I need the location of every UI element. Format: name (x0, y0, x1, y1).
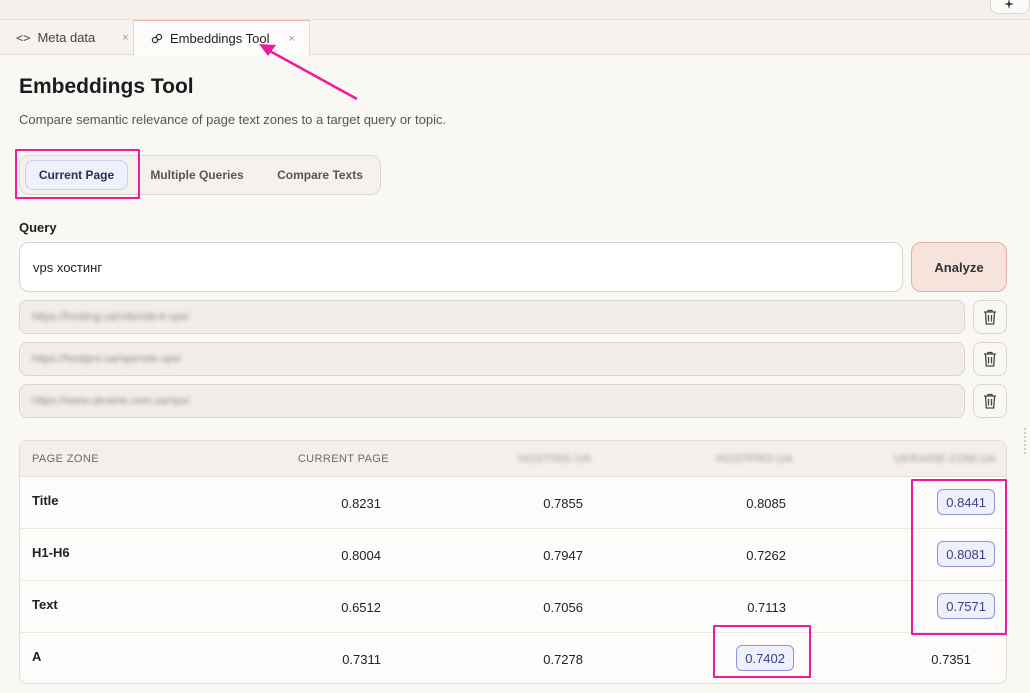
competitor-url-input[interactable]: https://hostpro.ua/vps/vds-vps/ (19, 342, 965, 376)
column-header-competitor-3: UKRAINE.COM.UA (894, 453, 996, 465)
delete-url-button[interactable] (973, 342, 1007, 376)
competitor-url-value: https://hosting.ua/vds/vds-k-vps/ (32, 311, 190, 323)
score-cell: 0.7113 (747, 600, 786, 615)
delete-url-button[interactable] (973, 300, 1007, 334)
tab-embeddings-tool-label: Embeddings Tool (170, 31, 270, 46)
tab-bar: <> Meta data × Embeddings Tool × (0, 20, 1030, 56)
page-subtitle: Compare semantic relevance of page text … (19, 112, 447, 127)
score-cell: 0.6512 (341, 600, 381, 615)
score-cell: 0.8004 (341, 548, 381, 563)
mode-current-page-button[interactable]: Current Page (25, 160, 128, 190)
table-row: Text 0.6512 0.7056 0.7113 0.7571 (20, 581, 1006, 633)
score-cell: 0.8085 (746, 496, 786, 511)
trash-icon (984, 309, 996, 325)
code-icon: <> (16, 30, 31, 45)
column-header-competitor-2: HOSTPRO.UA (716, 453, 793, 465)
query-label: Query (19, 220, 57, 235)
competitor-url-value: https://www.ukraine.com.ua/vps/ (32, 395, 190, 407)
trash-icon (984, 393, 996, 409)
mode-compare-texts-button[interactable]: Compare Texts (270, 160, 370, 190)
best-score-cell: 0.8081 (937, 541, 995, 567)
score-cell: 0.7855 (543, 496, 583, 511)
table-row: H1-H6 0.8004 0.7947 0.7262 0.8081 (20, 529, 1006, 581)
score-cell: 0.8231 (341, 496, 381, 511)
delete-url-button[interactable] (973, 384, 1007, 418)
table-header: PAGE ZONE CURRENT PAGE HOSTING.UA HOSTPR… (20, 441, 1006, 477)
competitor-url-input[interactable]: https://www.ukraine.com.ua/vps/ (19, 384, 965, 418)
resize-handle[interactable] (1024, 428, 1028, 454)
results-table: PAGE ZONE CURRENT PAGE HOSTING.UA HOSTPR… (19, 440, 1007, 684)
close-icon[interactable]: × (289, 33, 295, 45)
query-input-value: vps хостинг (33, 259, 103, 275)
zone-label: H1-H6 (32, 545, 70, 560)
score-cell: 0.7351 (931, 652, 971, 667)
table-row: Title 0.8231 0.7855 0.8085 0.8441 (20, 477, 1006, 529)
score-cell: 0.7056 (543, 600, 583, 615)
mode-selector: Current Page Multiple Queries Compare Te… (19, 155, 381, 195)
score-cell: 0.7947 (543, 548, 583, 563)
trash-icon (984, 351, 996, 367)
best-score-cell: 0.8441 (937, 489, 995, 515)
column-header-current-page: CURRENT PAGE (297, 453, 389, 465)
analyze-button[interactable]: Analyze (911, 242, 1007, 292)
column-header-competitor-1: HOSTING.UA (518, 453, 591, 465)
score-cell: 0.7278 (543, 652, 583, 667)
window-top-strip (0, 0, 1030, 20)
page-title: Embeddings Tool (19, 75, 194, 98)
close-icon[interactable]: × (122, 32, 128, 44)
competitor-url-value: https://hostpro.ua/vps/vds-vps/ (32, 353, 182, 365)
score-cell: 0.7262 (746, 548, 786, 563)
mode-multiple-queries-button[interactable]: Multiple Queries (142, 160, 252, 190)
link-icon (151, 33, 163, 43)
table-row: A 0.7311 0.7278 0.7402 0.7351 (20, 633, 1006, 683)
competitor-url-input[interactable]: https://hosting.ua/vds/vds-k-vps/ (19, 300, 965, 334)
tab-embeddings-tool[interactable]: Embeddings Tool × (133, 20, 310, 56)
best-score-cell: 0.7402 (736, 645, 794, 671)
tab-meta-data[interactable]: <> Meta data × (0, 20, 133, 55)
zone-label: Text (32, 597, 58, 612)
query-input[interactable]: vps хостинг (19, 242, 903, 292)
zone-label: Title (32, 493, 59, 508)
best-score-cell: 0.7571 (937, 593, 995, 619)
column-header-page-zone: PAGE ZONE (32, 453, 99, 465)
zone-label: A (32, 649, 42, 664)
sparkle-button[interactable] (990, 0, 1030, 14)
sparkle-icon (1004, 0, 1014, 9)
score-cell: 0.7311 (342, 652, 381, 667)
tab-meta-data-label: Meta data (37, 30, 96, 45)
